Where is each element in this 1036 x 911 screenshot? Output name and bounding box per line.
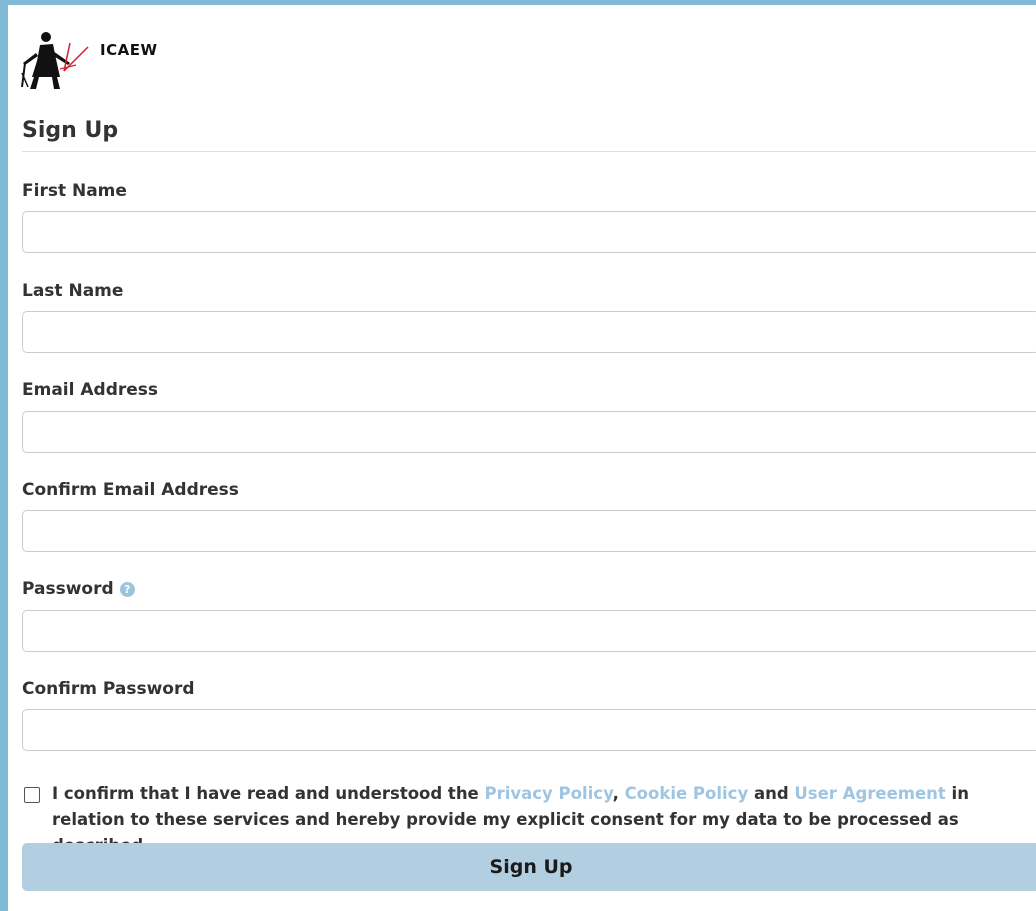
- password-input[interactable]: [22, 610, 1036, 652]
- user-agreement-link[interactable]: User Agreement: [794, 784, 945, 803]
- password-label-row: Password ?: [22, 579, 135, 599]
- title-divider: [22, 151, 1036, 152]
- confirm-password-input[interactable]: [22, 709, 1036, 751]
- consent-separator-1: ,: [612, 784, 625, 803]
- logo-text: ICAEW: [100, 41, 158, 59]
- sign-up-button[interactable]: Sign Up: [22, 843, 1036, 891]
- first-name-input[interactable]: [22, 211, 1036, 253]
- logo: ICAEW: [20, 29, 158, 89]
- email-label: Email Address: [22, 380, 159, 400]
- consent-checkbox[interactable]: [24, 787, 40, 803]
- page-title: Sign Up: [22, 118, 119, 143]
- confirm-password-label: Confirm Password: [22, 679, 195, 699]
- last-name-label: Last Name: [22, 281, 124, 301]
- question-circle-icon[interactable]: ?: [119, 581, 135, 597]
- confirm-email-input[interactable]: [22, 510, 1036, 552]
- confirm-email-label: Confirm Email Address: [22, 480, 239, 500]
- signup-page: ICAEW Sign Up First Name Last Name Email…: [8, 5, 1036, 911]
- privacy-policy-link[interactable]: Privacy Policy: [485, 784, 613, 803]
- consent-text-before: I confirm that I have read and understoo…: [52, 784, 485, 803]
- cookie-policy-link[interactable]: Cookie Policy: [625, 784, 749, 803]
- email-input[interactable]: [22, 411, 1036, 453]
- password-label: Password: [22, 579, 114, 599]
- figure-with-scales-logo-icon: [21, 32, 89, 89]
- last-name-input[interactable]: [22, 311, 1036, 353]
- first-name-label: First Name: [22, 181, 127, 201]
- consent-separator-2: and: [748, 784, 795, 803]
